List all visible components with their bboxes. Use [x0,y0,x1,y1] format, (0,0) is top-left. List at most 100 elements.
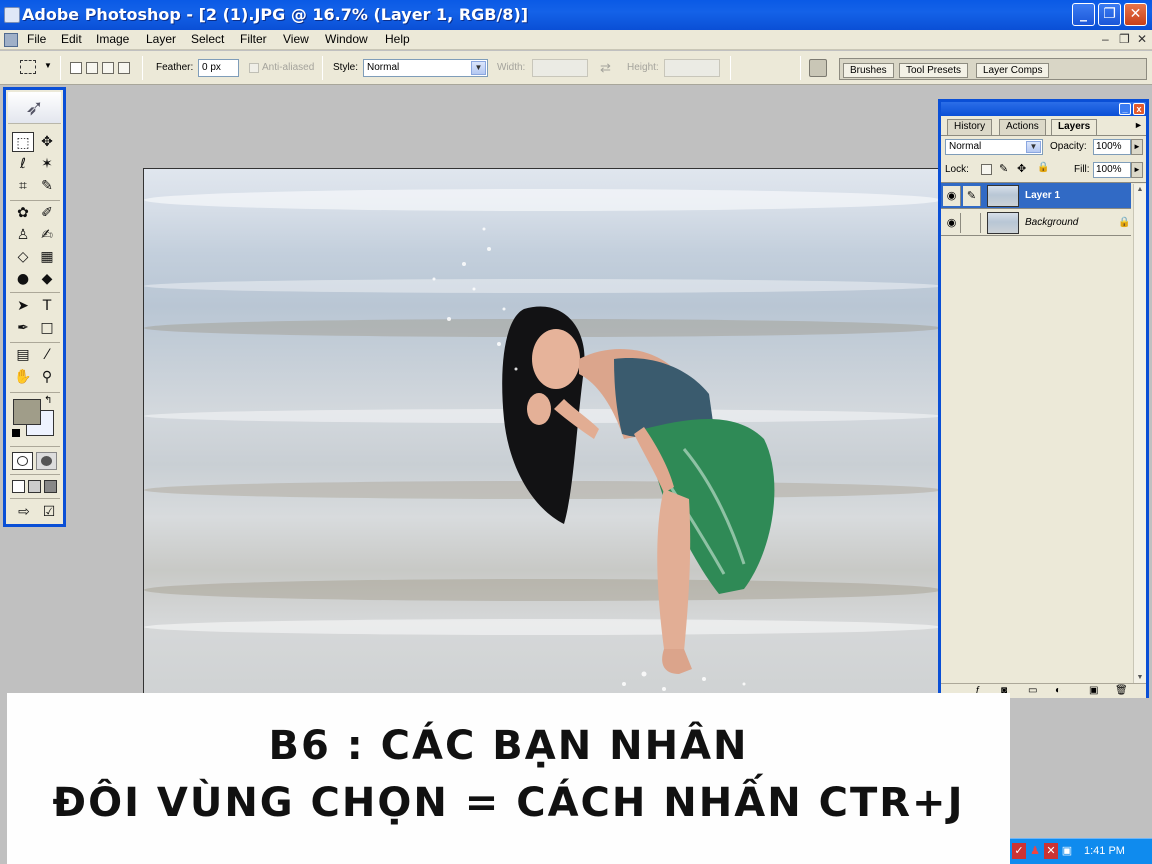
rectangle-shape-icon[interactable]: □ [36,318,58,338]
default-colors-icon[interactable] [12,429,20,437]
magic-wand-icon[interactable]: ✶ [36,154,58,174]
layer-row-layer1[interactable]: ◉ ✎ Layer 1 [941,183,1131,209]
layers-scrollbar[interactable]: ▲ ▼ [1133,184,1146,684]
type-icon[interactable]: T [36,296,58,316]
lock-image-icon[interactable]: ✎ [999,162,1008,175]
fill-arrow-icon[interactable]: ► [1131,162,1143,178]
menu-edit[interactable]: Edit [61,32,82,46]
brush-icon[interactable]: ✎ [963,186,981,206]
crop-icon[interactable]: ⌗ [12,176,34,196]
opacity-input[interactable]: 100% [1093,139,1131,155]
gradient-icon[interactable]: ▦ [36,247,58,267]
close-button[interactable]: ✕ [1124,3,1147,26]
menu-select[interactable]: Select [191,32,224,46]
blend-mode-select[interactable]: Normal ▼ [945,139,1043,155]
move-icon[interactable]: ✥ [36,132,58,152]
hand-icon[interactable]: ✋ [12,367,34,387]
tab-history[interactable]: History [947,119,993,135]
new-layer-icon[interactable]: ▣ [1089,685,1098,696]
lock-all-icon[interactable]: 🔒 [1037,162,1049,173]
antialiased-checkbox[interactable] [249,63,259,73]
tray-user-icon[interactable]: ♟ [1028,843,1042,859]
eye-icon[interactable]: ◉ [943,186,961,206]
scroll-up-icon[interactable]: ▲ [1134,184,1146,196]
menu-help[interactable]: Help [385,32,410,46]
tray-network-icon[interactable]: ✕ [1044,843,1058,859]
tab-actions[interactable]: Actions [999,119,1046,135]
palette-close-button[interactable]: x [1133,103,1145,115]
fill-input[interactable]: 100% [1093,162,1131,178]
height-input[interactable] [664,59,720,77]
new-group-icon[interactable]: ▭ [1028,685,1037,696]
layer-name[interactable]: Layer 1 [1025,190,1060,201]
document-canvas[interactable] [143,168,940,698]
blur-icon[interactable]: ● [12,269,34,289]
tab-layer-comps[interactable]: Layer Comps [976,63,1050,78]
eye-icon[interactable]: ◉ [943,213,961,233]
intersect-selection-icon[interactable] [118,62,130,74]
eraser-icon[interactable]: ◇ [12,247,34,267]
doc-restore-button[interactable]: ❐ [1119,32,1130,46]
brush-icon[interactable]: ✐ [36,203,58,223]
zoom-icon[interactable]: ⚲ [36,367,58,387]
edit-in-imageready-icon[interactable]: ☑ [38,502,60,522]
standard-screen-mode-icon[interactable] [12,480,25,493]
marquee-preset-icon[interactable] [20,60,36,74]
adjustment-layer-icon[interactable]: ◐ [1055,685,1061,696]
trash-icon[interactable]: 🗑 [1115,685,1128,696]
path-selection-icon[interactable]: ➤ [12,296,34,316]
add-to-selection-icon[interactable] [86,62,98,74]
swap-colors-icon[interactable]: ↰ [44,395,52,406]
slice-icon[interactable]: ✎ [36,176,58,196]
preset-chevron-down-icon[interactable]: ▼ [44,61,52,70]
menu-image[interactable]: Image [96,32,129,46]
photoshop-feather-icon[interactable]: ➶ [8,92,61,124]
document-icon[interactable] [4,33,18,47]
opacity-arrow-icon[interactable]: ► [1131,139,1143,155]
tray-display-icon[interactable]: ▣ [1060,843,1074,859]
feather-input[interactable]: 0 px [198,59,239,77]
layer-name[interactable]: Background [1025,217,1078,228]
eyedropper-icon[interactable]: ⁄ [36,345,58,365]
clone-stamp-icon[interactable]: ♙ [12,225,34,245]
tab-tool-presets[interactable]: Tool Presets [899,63,969,78]
notes-icon[interactable]: ▤ [12,345,34,365]
healing-brush-icon[interactable]: ✿ [12,203,34,223]
menu-filter[interactable]: Filter [240,32,267,46]
lock-position-icon[interactable]: ✥ [1017,162,1026,175]
history-brush-icon[interactable]: ✍ [36,225,58,245]
palette-well-icon[interactable] [809,59,827,77]
menu-view[interactable]: View [283,32,309,46]
dodge-icon[interactable]: ◆ [36,269,58,289]
swap-dimensions-icon[interactable]: ⇄ [600,60,611,76]
style-select[interactable]: Normal ▼ [363,59,488,77]
palette-menu-arrow-icon[interactable]: ► [1134,120,1143,130]
quick-mask-icon[interactable] [36,452,57,470]
minimize-button[interactable]: _ [1072,3,1095,26]
pen-icon[interactable]: ✒ [12,318,34,338]
tab-layers[interactable]: Layers [1051,119,1098,136]
menu-file[interactable]: File [27,32,46,46]
lasso-icon[interactable]: ℓ [12,154,34,174]
maximize-button[interactable]: ❐ [1098,3,1121,26]
jump-to-imageready-icon[interactable]: ⇨ [10,502,38,522]
tab-brushes[interactable]: Brushes [843,63,894,78]
taskbar-clock[interactable]: 1:41 PM [1084,845,1125,857]
doc-minimize-button[interactable]: – [1102,32,1109,46]
width-input[interactable] [532,59,588,77]
menu-window[interactable]: Window [325,32,368,46]
palette-minimize-button[interactable]: _ [1119,103,1131,115]
link-cell[interactable] [963,213,981,233]
lock-transparent-icon[interactable] [981,164,992,175]
full-screen-mode-icon[interactable] [44,480,57,493]
menu-layer[interactable]: Layer [146,32,176,46]
full-screen-menu-mode-icon[interactable] [28,480,41,493]
tray-antivirus-icon[interactable]: ✓ [1012,843,1026,859]
palette-title-bar[interactable]: _ x [941,102,1146,116]
foreground-color-swatch[interactable] [13,399,41,425]
standard-mode-icon[interactable] [12,452,33,470]
subtract-from-selection-icon[interactable] [102,62,114,74]
doc-close-button[interactable]: ✕ [1137,32,1147,46]
new-selection-icon[interactable] [70,62,82,74]
layer-row-background[interactable]: ◉ Background 🔒 [941,210,1131,236]
